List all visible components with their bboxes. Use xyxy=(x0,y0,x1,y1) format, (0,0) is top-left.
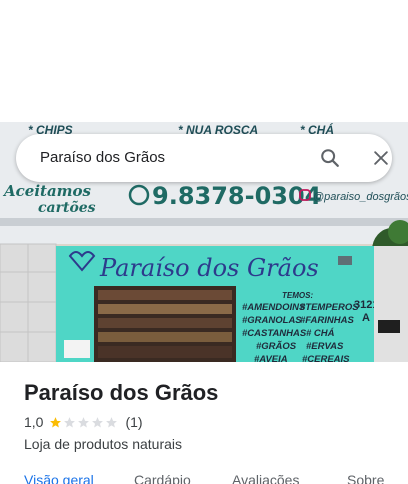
camera-icon xyxy=(338,256,352,265)
temos-item: #CASTANHAS xyxy=(242,328,307,339)
place-category[interactable]: Loja de produtos naturais xyxy=(24,436,182,452)
slab xyxy=(0,218,408,226)
close-icon[interactable] xyxy=(367,144,395,172)
rating-row[interactable]: 1,0 (1) xyxy=(24,414,143,430)
temos-item: #GRÃOS xyxy=(256,341,297,352)
review-count[interactable]: (1) xyxy=(125,414,142,430)
temos-item: # CHÁ xyxy=(306,328,335,339)
notice-paper xyxy=(64,340,90,358)
place-title: Paraíso dos Grãos xyxy=(24,380,219,405)
place-info-panel: Paraíso dos Grãos 1,0 (1) Loja de produt… xyxy=(0,362,408,484)
right-wall xyxy=(374,246,408,362)
tab-reviews[interactable]: Avaliações xyxy=(232,472,299,484)
temos-item: #AVEIA xyxy=(254,354,288,362)
photo-text-house-letter: A xyxy=(362,312,370,324)
search-bar[interactable]: Paraíso dos Grãos xyxy=(16,134,392,182)
photo-text-accepts-2: cartões xyxy=(38,199,96,216)
rating-stars xyxy=(49,416,119,429)
search-icon[interactable] xyxy=(316,144,344,172)
rating-value: 1,0 xyxy=(24,414,44,430)
temos-item: #AMENDOINS xyxy=(242,302,306,313)
star-filled-icon xyxy=(50,416,62,427)
photo-text-temos-title: TEMOS: xyxy=(282,291,313,300)
tab-overview[interactable]: Visão geral xyxy=(24,472,94,484)
photo-text-store-sign: Paraíso dos Grãos xyxy=(99,254,319,282)
photo-text-accepts-1: Aceitamos xyxy=(2,182,92,200)
star-empty-icon xyxy=(78,416,90,427)
tab-about[interactable]: Sobre xyxy=(347,472,384,484)
photo-text-phone: 9.8378-0304 xyxy=(152,182,321,210)
star-empty-icon xyxy=(106,416,118,427)
temos-item: #GRANOLAS xyxy=(242,315,302,326)
star-empty-icon xyxy=(64,416,76,427)
star-empty-icon xyxy=(92,416,104,427)
tab-menu[interactable]: Cardápio xyxy=(134,472,191,484)
temos-item: #FARINHAS xyxy=(300,315,355,326)
temos-item: #CEREAIS xyxy=(302,354,350,362)
temos-item: #TEMPEROS xyxy=(300,302,359,313)
search-input[interactable]: Paraíso dos Grãos xyxy=(40,134,165,182)
tab-bar: Visão geral Cardápio Avaliações Sobre xyxy=(0,472,408,484)
photo-text-instagram: @paraiso_dosgrãos xyxy=(313,191,408,203)
temos-item: #ERVAS xyxy=(306,341,344,352)
